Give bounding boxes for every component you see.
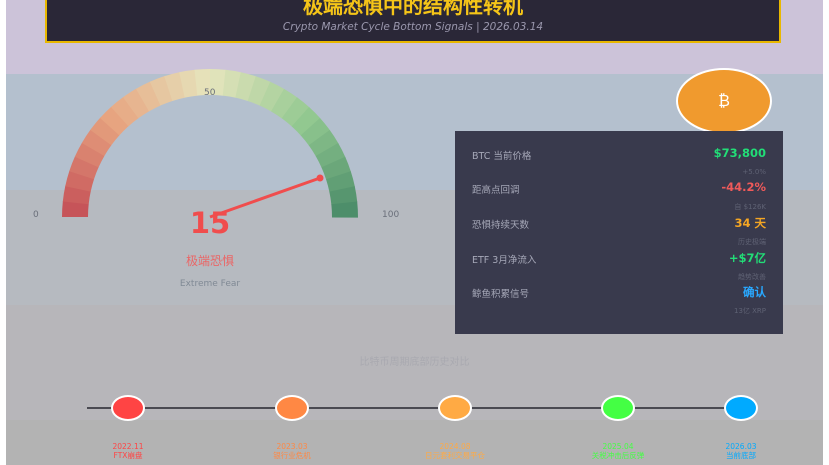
stat-row-drawdown: 距高点回调 -44.2% 自 $126K (455, 168, 783, 211)
stats-panel: BTC 当前价格 $73,800 +5.0% 距高点回调 -44.2% 自 $1… (455, 131, 783, 334)
timeline-dot (601, 395, 635, 421)
timeline-dot (724, 395, 758, 421)
gauge-min-label: 0 (33, 210, 39, 220)
stat-value: $73,800 (713, 146, 766, 160)
stat-label: ETF 3月净流入 (472, 255, 537, 266)
event-name: 银行业危机 (273, 451, 311, 460)
event-date: 2023.03 (276, 442, 308, 451)
stat-row-etf-flow: ETF 3月净流入 +$7亿 趋势改善 (455, 238, 783, 281)
event-date: 2024.08 (439, 442, 471, 451)
stat-label: 距高点回调 (472, 185, 520, 196)
stat-value: 确认 (743, 285, 766, 299)
timeline-dot (275, 395, 309, 421)
gauge-label-cn: 极端恐惧 (185, 254, 234, 268)
timeline-event: 2025.04 关税冲击后反弹 (563, 442, 673, 460)
stat-row-whale-signal: 鲸鱼积累信号 确认 13亿 XRP (455, 272, 783, 315)
event-name: 当前底部 (726, 451, 756, 460)
stat-label: BTC 当前价格 (472, 151, 532, 162)
stat-subtext: 13亿 XRP (733, 307, 766, 315)
stat-value: 34 天 (734, 216, 766, 230)
timeline-event: 2022.11 FTX崩盘 (73, 442, 183, 460)
stat-row-price: BTC 当前价格 $73,800 +5.0% (455, 134, 783, 176)
gauge-mid-label: 50 (204, 88, 216, 98)
event-date: 2026.03 (725, 442, 757, 451)
event-date: 2022.11 (112, 442, 144, 451)
stat-value: -44.2% (721, 180, 766, 194)
event-date: 2025.04 (602, 442, 634, 451)
bitcoin-icon: ₿ (676, 68, 772, 134)
timeline-line (87, 407, 757, 409)
timeline-event: 2024.08 日元套利交易平仓 (400, 442, 510, 460)
timeline-event: 2026.03 当前底部 (686, 442, 796, 460)
event-name: 日元套利交易平仓 (425, 451, 485, 460)
timeline-title: 比特币周期底部历史对比 (359, 357, 470, 368)
gauge-label-en: Extreme Fear (179, 279, 241, 289)
gauge-max-label: 100 (382, 210, 400, 220)
gauge-value: 15 (189, 206, 231, 240)
timeline-dot (438, 395, 472, 421)
stat-label: 鲸鱼积累信号 (472, 289, 530, 300)
timeline-dot (111, 395, 145, 421)
stat-value: +$7亿 (728, 251, 766, 265)
gauge-arc-segment (331, 201, 358, 218)
gauge-needle-tip (316, 174, 324, 182)
event-name: FTX崩盘 (113, 451, 143, 460)
stat-row-fear-days: 恐惧持续天数 34 天 历史极端 (455, 203, 783, 246)
infographic-page: 极端恐惧中的结构性转机 Crypto Market Cycle Bottom S… (0, 0, 829, 465)
event-name: 关税冲击后反弹 (591, 451, 645, 460)
timeline-event: 2023.03 银行业危机 (237, 442, 347, 460)
stat-label: 恐惧持续天数 (472, 220, 530, 231)
